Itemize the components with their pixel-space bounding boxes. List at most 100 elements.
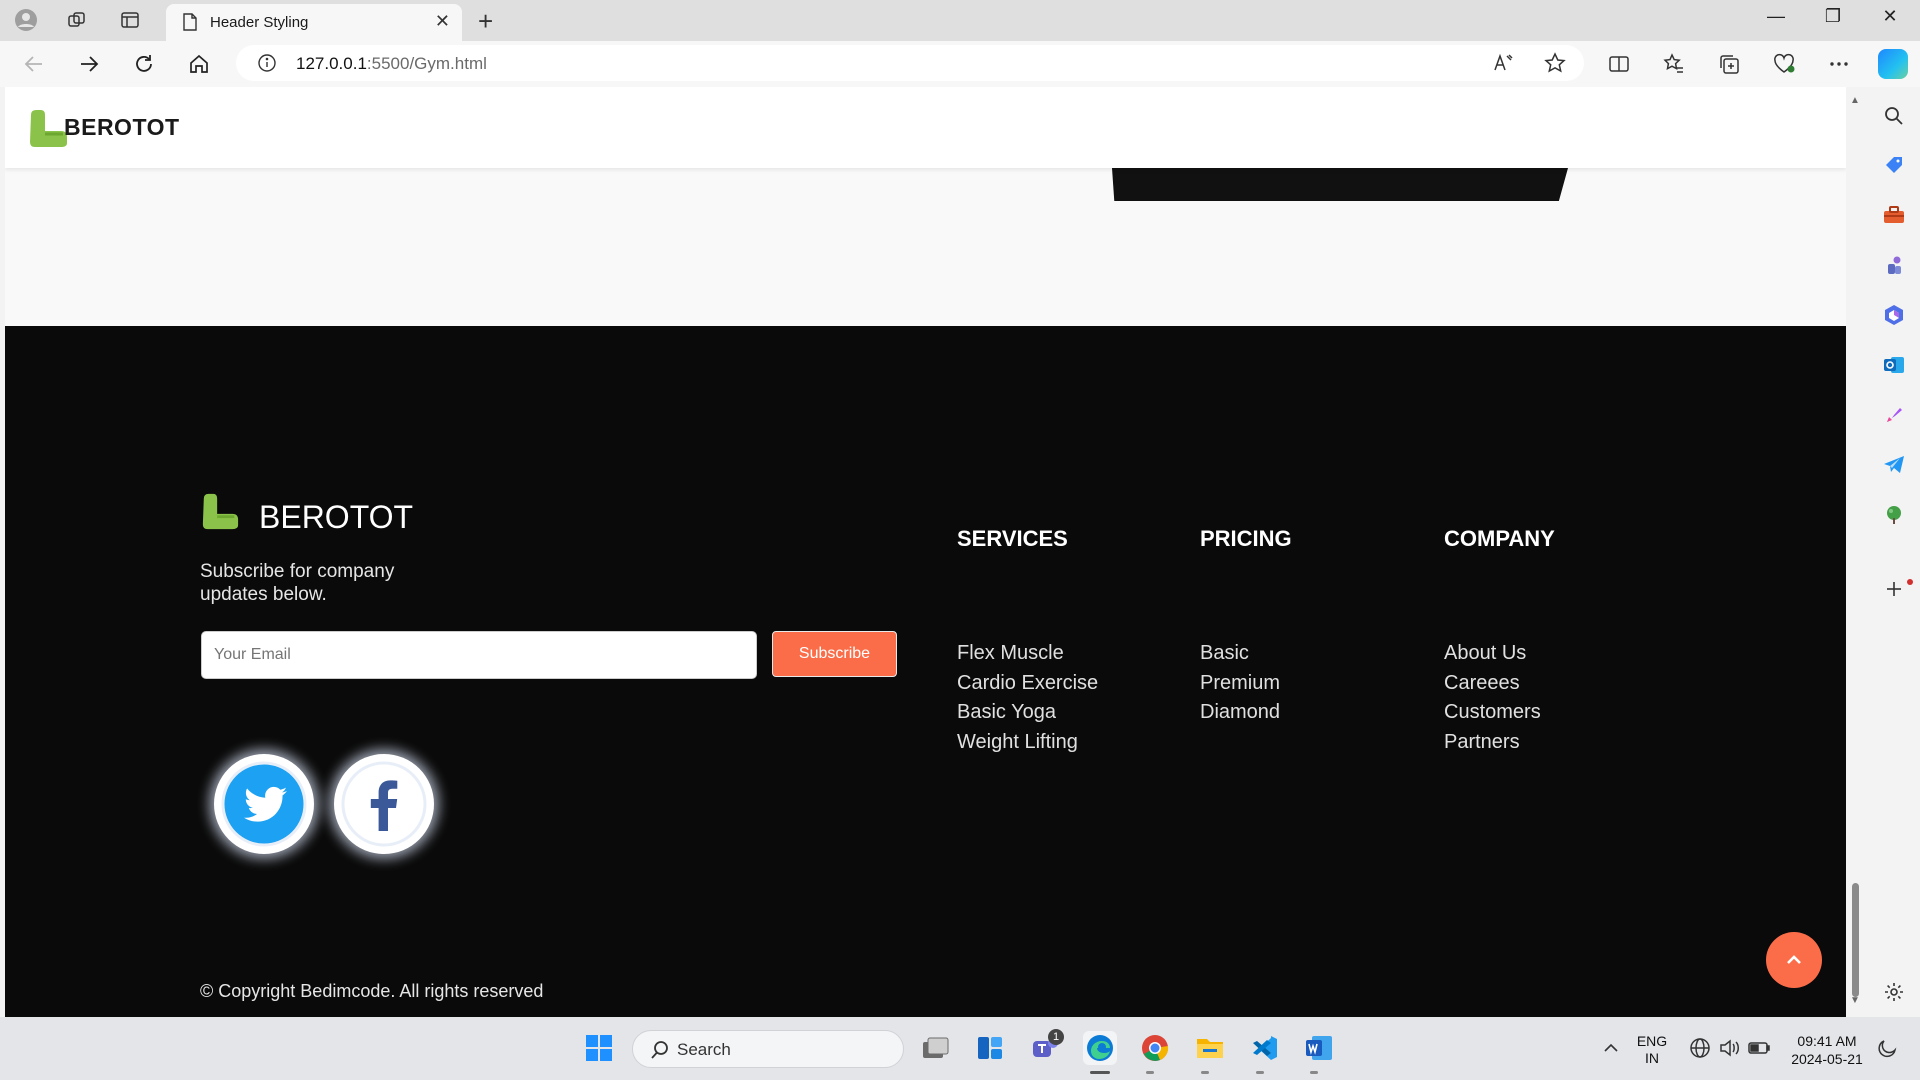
favorites-icon[interactable] (1661, 51, 1687, 77)
site-info-icon[interactable] (254, 50, 280, 76)
windows-taskbar: Search 1 ENG IN 09:41 AM 2024-05-21 (0, 1017, 1920, 1080)
collections-icon[interactable] (1716, 51, 1742, 77)
page-viewport: BEROTOT BEROTOT Subscribe for company up… (5, 87, 1846, 1017)
search-icon (643, 1033, 677, 1067)
games-icon[interactable] (1882, 253, 1906, 277)
back-icon[interactable] (21, 51, 47, 77)
battery-icon[interactable] (1742, 1031, 1776, 1065)
footer-link-customers[interactable]: Customers (1444, 698, 1541, 728)
browser-essentials-icon[interactable] (1771, 51, 1797, 77)
profile-icon[interactable] (14, 8, 38, 32)
company-list: About Us Careees Customers Partners (1444, 639, 1541, 757)
settings-icon[interactable] (1882, 980, 1906, 1004)
telegram-icon[interactable] (1882, 453, 1906, 477)
task-view-icon[interactable] (919, 1031, 953, 1065)
restore-button[interactable]: ❐ (1810, 6, 1856, 27)
add-icon[interactable] (1882, 577, 1906, 601)
footer-link-about-us[interactable]: About Us (1444, 639, 1541, 669)
site-footer: BEROTOT Subscribe for company updates be… (5, 326, 1846, 1017)
subscribe-button[interactable]: Subscribe (772, 631, 897, 677)
address-bar[interactable]: 127.0.0.1:5500/Gym.html (236, 45, 1584, 81)
pricing-list: Basic Premium Diamond (1200, 639, 1280, 728)
footer-link-flex-muscle[interactable]: Flex Muscle (957, 639, 1098, 669)
designer-icon[interactable] (1882, 403, 1906, 427)
vscode-running-indicator (1256, 1071, 1264, 1074)
forward-icon[interactable] (76, 51, 102, 77)
split-screen-icon[interactable] (1606, 51, 1632, 77)
footer-link-diamond[interactable]: Diamond (1200, 698, 1280, 728)
volume-icon[interactable] (1712, 1031, 1746, 1065)
chevron-up-icon[interactable] (1594, 1031, 1628, 1065)
new-tab-button[interactable]: + (478, 6, 493, 37)
region-code: IN (1645, 1050, 1659, 1066)
copilot-icon[interactable] (1878, 49, 1908, 79)
site-header: BEROTOT (5, 87, 1846, 168)
refresh-icon[interactable] (131, 51, 157, 77)
workspaces-icon[interactable] (65, 8, 89, 32)
explorer-running-indicator (1201, 1071, 1209, 1074)
focus-moon-icon[interactable] (1871, 1031, 1905, 1065)
copyright-text: © Copyright Bedimcode. All rights reserv… (200, 981, 544, 1001)
read-aloud-icon[interactable] (1490, 50, 1516, 76)
windows-start-icon[interactable] (582, 1031, 616, 1065)
scroll-down-arrow-icon[interactable]: ▼ (1850, 995, 1860, 1006)
footer-brand[interactable]: BEROTOT (259, 499, 413, 536)
chrome-icon[interactable] (1138, 1031, 1172, 1065)
site-brand[interactable]: BEROTOT (64, 114, 180, 141)
footer-link-cardio-exercise[interactable]: Cardio Exercise (957, 669, 1098, 699)
tab-title: Header Styling (210, 14, 309, 31)
close-tab-icon[interactable]: ✕ (435, 11, 450, 32)
url-text[interactable]: 127.0.0.1:5500/Gym.html (296, 54, 487, 74)
page-scrollbar[interactable]: ▲ ▼ (1846, 87, 1866, 1017)
navigation-bar: 127.0.0.1:5500/Gym.html (0, 41, 1920, 87)
footer-link-premium[interactable]: Premium (1200, 669, 1280, 699)
clock-time: 09:41 AM (1797, 1033, 1857, 1049)
edge-active-indicator (1090, 1071, 1110, 1074)
scrollbar-thumb[interactable] (1852, 883, 1859, 997)
clock[interactable]: 09:41 AM 2024-05-21 (1782, 1032, 1872, 1068)
chrome-running-indicator (1146, 1071, 1154, 1074)
vscode-icon[interactable] (1248, 1031, 1282, 1065)
facebook-icon[interactable] (334, 754, 434, 854)
clock-date: 2024-05-21 (1791, 1051, 1863, 1067)
footer-link-basic-yoga[interactable]: Basic Yoga (957, 698, 1098, 728)
footer-tagline: Subscribe for company updates below. (200, 561, 395, 605)
favorite-star-icon[interactable] (1542, 50, 1568, 76)
more-icon[interactable] (1826, 51, 1852, 77)
teams-badge: 1 (1048, 1029, 1064, 1045)
tab-actions-icon[interactable] (118, 8, 142, 32)
taskbar-search-box[interactable]: Search (632, 1030, 904, 1068)
tools-icon[interactable] (1882, 203, 1906, 227)
scroll-up-arrow-icon[interactable]: ▲ (1850, 95, 1860, 106)
outlook-icon[interactable] (1882, 353, 1906, 377)
company-heading: COMPANY (1444, 526, 1555, 551)
footer-link-partners[interactable]: Partners (1444, 728, 1541, 758)
tree-icon[interactable] (1882, 503, 1906, 527)
tab-header-styling[interactable]: Header Styling ✕ (166, 4, 462, 41)
services-heading: SERVICES (957, 526, 1068, 551)
language-code: ENG (1636, 1033, 1668, 1049)
file-explorer-icon[interactable] (1193, 1031, 1227, 1065)
scroll-to-top-button[interactable] (1766, 932, 1822, 988)
microsoft-365-icon[interactable] (1882, 303, 1906, 327)
home-icon[interactable] (186, 51, 212, 77)
services-list: Flex Muscle Cardio Exercise Basic Yoga W… (957, 639, 1098, 757)
shopping-icon[interactable] (1882, 153, 1906, 177)
footer-link-basic[interactable]: Basic (1200, 639, 1280, 669)
email-input[interactable] (201, 631, 757, 679)
pricing-heading: PRICING (1200, 526, 1292, 551)
footer-link-weight-lifting[interactable]: Weight Lifting (957, 728, 1098, 758)
word-icon[interactable] (1302, 1031, 1336, 1065)
page-icon (178, 10, 202, 34)
footer-biceps-logo-icon[interactable] (200, 491, 240, 531)
widgets-icon[interactable] (973, 1031, 1007, 1065)
search-icon[interactable] (1882, 104, 1906, 128)
twitter-icon[interactable] (214, 754, 314, 854)
edge-icon[interactable] (1083, 1031, 1117, 1065)
browser-title-bar: Header Styling ✕ + — ❐ ✕ (0, 0, 1920, 41)
language-indicator[interactable]: ENG IN (1630, 1033, 1674, 1067)
biceps-logo-icon[interactable] (27, 107, 69, 149)
footer-link-careees[interactable]: Careees (1444, 669, 1541, 699)
minimize-button[interactable]: — (1753, 6, 1799, 27)
close-window-button[interactable]: ✕ (1867, 6, 1913, 27)
